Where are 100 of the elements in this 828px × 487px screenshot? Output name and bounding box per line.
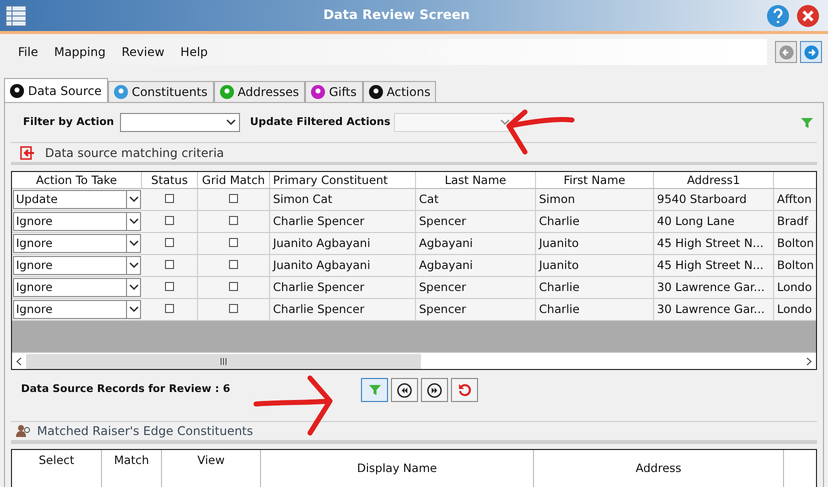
table-cell: 45 High Street N... bbox=[654, 233, 774, 254]
table-cell: Charlie Spencer bbox=[270, 277, 416, 298]
checkbox[interactable] bbox=[229, 216, 238, 225]
table-cell: Charlie Spencer bbox=[270, 211, 416, 232]
menu-item[interactable]: Review bbox=[114, 43, 172, 61]
horizontal-scrollbar[interactable] bbox=[12, 352, 816, 369]
filter-label: Filter by Action bbox=[23, 114, 114, 130]
rewind-icon bbox=[397, 382, 412, 398]
column-header[interactable]: Display Name bbox=[261, 450, 534, 487]
checkbox[interactable] bbox=[229, 260, 238, 269]
checkbox[interactable] bbox=[165, 304, 174, 313]
table-cell: Juanito bbox=[536, 255, 654, 276]
scroll-right-icon[interactable] bbox=[806, 356, 812, 366]
back-button[interactable] bbox=[775, 41, 797, 63]
action-dropdown[interactable]: Ignore bbox=[13, 234, 141, 253]
fast-forward-icon bbox=[427, 382, 442, 398]
column-header[interactable]: Last Name bbox=[416, 172, 536, 188]
table-cell: Simon bbox=[536, 189, 654, 210]
caret-icon bbox=[128, 218, 138, 225]
next-button[interactable] bbox=[421, 378, 448, 402]
caret-icon bbox=[128, 284, 138, 291]
column-header[interactable]: View bbox=[162, 450, 261, 487]
table-cell: Spencer bbox=[416, 299, 536, 320]
table-cell: Charlie bbox=[536, 299, 654, 320]
table-cell: 9540 Starboard bbox=[654, 189, 774, 210]
tab[interactable]: Data Source bbox=[4, 78, 108, 102]
filter-button[interactable] bbox=[361, 378, 388, 402]
table-cell: Charlie bbox=[536, 211, 654, 232]
caret-icon bbox=[128, 306, 138, 313]
column-header[interactable]: Status bbox=[142, 172, 198, 188]
refresh-icon bbox=[458, 383, 472, 397]
checkbox[interactable] bbox=[165, 216, 174, 225]
close-icon[interactable] bbox=[796, 4, 820, 28]
annotation-arrow bbox=[505, 108, 575, 156]
table-cell: 45 High Street N... bbox=[654, 255, 774, 276]
table-cell: Charlie Spencer bbox=[270, 299, 416, 320]
forward-button[interactable] bbox=[800, 41, 822, 63]
table-cell-text: Bolton bbox=[776, 257, 815, 274]
people-icon bbox=[15, 424, 31, 438]
menu-item[interactable]: Mapping bbox=[46, 43, 114, 61]
checkbox[interactable] bbox=[229, 238, 238, 247]
table-cell: Agbayani bbox=[416, 233, 536, 254]
tab[interactable]: Addresses bbox=[214, 81, 305, 102]
caret-icon bbox=[128, 262, 138, 269]
tab[interactable]: Actions bbox=[362, 81, 436, 102]
checkbox[interactable] bbox=[229, 282, 238, 291]
action-dropdown[interactable]: Ignore bbox=[13, 300, 141, 319]
exit-icon bbox=[19, 146, 35, 160]
column-header[interactable]: Address bbox=[534, 450, 784, 487]
tab[interactable]: Gifts bbox=[305, 81, 363, 102]
table-cell: Spencer bbox=[416, 277, 536, 298]
table-cell: Juanito Agbayani bbox=[270, 233, 416, 254]
scroll-left-icon[interactable] bbox=[16, 356, 22, 366]
help-icon[interactable] bbox=[766, 4, 790, 28]
table-cell: Spencer bbox=[416, 211, 536, 232]
records-count: Data Source Records for Review : 6 bbox=[21, 382, 232, 397]
action-dropdown[interactable]: Ignore bbox=[13, 278, 141, 297]
table-cell: 30 Lawrence Gar... bbox=[654, 277, 774, 298]
checkbox[interactable] bbox=[165, 238, 174, 247]
column-header[interactable]: Address1 bbox=[654, 172, 774, 188]
window-title: Data Review Screen bbox=[322, 6, 471, 25]
table-cell-text: Bradf bbox=[776, 213, 810, 230]
filter-icon bbox=[368, 384, 380, 396]
column-header[interactable]: Action To Take bbox=[12, 172, 142, 188]
matched-label: Matched Raiser's Edge Constituents bbox=[37, 423, 254, 440]
scroll-thumb[interactable] bbox=[26, 354, 421, 368]
grip-icon bbox=[220, 358, 227, 364]
update-label: Update Filtered Actions bbox=[250, 114, 390, 130]
grid-icon bbox=[5, 4, 27, 26]
caret-icon bbox=[128, 196, 138, 203]
tab[interactable]: Constituents bbox=[108, 81, 214, 102]
menu-item[interactable]: Help bbox=[172, 43, 216, 61]
action-dropdown[interactable]: Ignore bbox=[13, 212, 141, 231]
reset-button[interactable] bbox=[451, 378, 478, 402]
column-header[interactable]: Grid Match bbox=[198, 172, 270, 188]
action-dropdown[interactable]: Update bbox=[13, 190, 141, 209]
table-cell: 30 Lawrence Gar... bbox=[654, 299, 774, 320]
checkbox[interactable] bbox=[165, 260, 174, 269]
table-cell-text: Bolton bbox=[776, 235, 815, 252]
checkbox[interactable] bbox=[165, 194, 174, 203]
checkbox[interactable] bbox=[229, 304, 238, 313]
previous-button[interactable] bbox=[391, 378, 418, 402]
table-cell-text: Affton bbox=[776, 191, 813, 208]
table-cell: Juanito Agbayani bbox=[270, 255, 416, 276]
table-cell: Charlie bbox=[536, 277, 654, 298]
caret-icon bbox=[128, 240, 138, 247]
column-header[interactable]: Match bbox=[102, 450, 162, 487]
criteria-label: Data source matching criteria bbox=[45, 144, 224, 162]
table-cell: Simon Cat bbox=[270, 189, 416, 210]
checkbox[interactable] bbox=[229, 194, 238, 203]
checkbox[interactable] bbox=[165, 282, 174, 291]
table-cell: Agbayani bbox=[416, 255, 536, 276]
table-cell: Cat bbox=[416, 189, 536, 210]
filter-dropdown[interactable] bbox=[120, 113, 240, 132]
table-cell-text: Londo bbox=[776, 279, 813, 296]
column-header[interactable]: Primary Constituent bbox=[270, 172, 416, 188]
action-dropdown[interactable]: Ignore bbox=[13, 256, 141, 275]
menu-item[interactable]: File bbox=[10, 43, 46, 61]
column-header[interactable]: Select bbox=[12, 450, 102, 487]
column-header[interactable]: First Name bbox=[536, 172, 654, 188]
